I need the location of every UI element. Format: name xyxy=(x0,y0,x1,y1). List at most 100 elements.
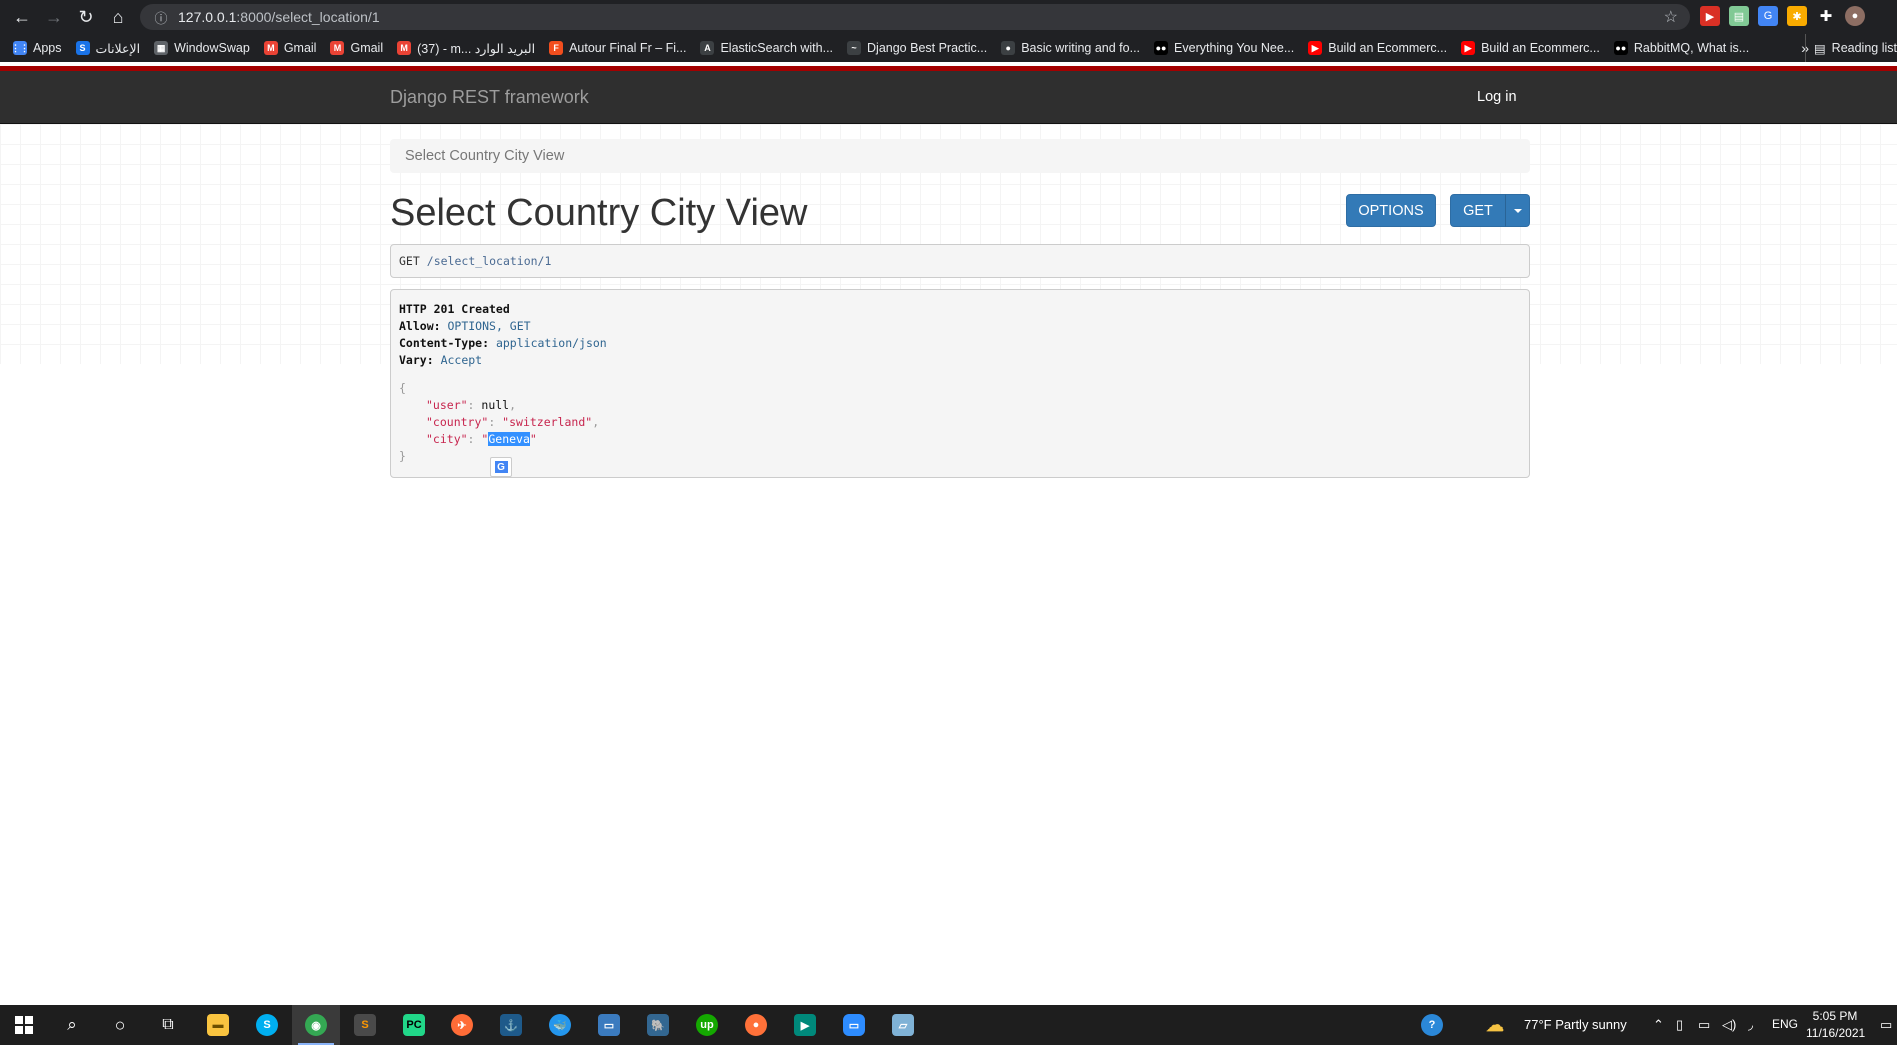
bookmark-label: Basic writing and fo... xyxy=(1021,41,1141,55)
notifications-icon[interactable]: ▭ xyxy=(1880,1017,1892,1033)
task-view-icon[interactable]: ⧉ xyxy=(144,1005,192,1045)
bookmark-label: Apps xyxy=(33,41,62,55)
bookmark-favicon-icon: ●● xyxy=(1613,41,1628,55)
bookmark-label: RabbitMQ, What is... xyxy=(1633,41,1750,55)
weather-text[interactable]: 77°F Partly sunny xyxy=(1524,1017,1627,1032)
bookmark-favicon-icon: M xyxy=(263,41,278,55)
home-icon[interactable]: ⌂ xyxy=(102,1,134,33)
bookmark-favicon-icon: ▶ xyxy=(1461,41,1476,55)
bookmark-item[interactable]: ● Basic writing and fo... xyxy=(994,34,1147,62)
reading-list-button[interactable]: ▤ Reading list xyxy=(1804,34,1897,62)
upwork-icon[interactable]: up xyxy=(683,1005,731,1045)
zoom-icon[interactable]: ▭ xyxy=(830,1005,878,1045)
reload-icon[interactable]: ↻ xyxy=(70,1,102,33)
bookmark-label: ElasticSearch with... xyxy=(720,41,834,55)
sublime-text-icon[interactable]: S xyxy=(341,1005,389,1045)
page-title: Select Country City View xyxy=(390,192,808,234)
windows-taskbar: ⌕ ○ ⧉ ▬ S ◉ S PC ✈ ⚓ 🐳 ▭ 🐘 up ● ▶ ▭ ▱ ? … xyxy=(0,1005,1897,1045)
bookmark-favicon-icon: ▶ xyxy=(1308,41,1323,55)
bookmark-label: Gmail xyxy=(350,41,384,55)
bookmark-item[interactable]: ⋮⋮ Apps xyxy=(6,34,69,62)
extensions-area: ▶ ▤ G ✱ ✚ ● xyxy=(1700,6,1865,26)
address-bar[interactable]: ⓘ 127.0.0.1:8000/select_location/1 ☆ xyxy=(140,4,1690,30)
bookmark-label: Gmail xyxy=(283,41,317,55)
bookmark-item[interactable]: ~ Django Best Practic... xyxy=(840,34,994,62)
navbar-brand[interactable]: Django REST framework xyxy=(390,87,589,108)
chrome-icon[interactable]: ◉ xyxy=(292,1005,340,1045)
site-info-icon[interactable]: ⓘ xyxy=(150,8,172,27)
extension-translate-icon[interactable]: G xyxy=(1758,6,1778,26)
get-button[interactable]: GET xyxy=(1450,194,1506,227)
bookmark-label: Autour Final Fr – Fi... xyxy=(569,41,687,55)
extensions-puzzle-icon[interactable]: ✚ xyxy=(1816,6,1836,26)
bookmark-star-icon[interactable]: ☆ xyxy=(1664,7,1678,27)
forward-arrow-icon[interactable]: → xyxy=(38,1,70,33)
search-icon[interactable]: ⌕ xyxy=(48,1005,96,1045)
cortana-icon[interactable]: ○ xyxy=(96,1005,144,1045)
bookmark-item[interactable]: ●● Everything You Nee... xyxy=(1147,34,1301,62)
bookmark-item[interactable]: M Gmail xyxy=(323,34,390,62)
response-header-content-type: Content-Type: application/json xyxy=(399,336,607,350)
bookmark-favicon-icon: M xyxy=(397,41,412,55)
bookmark-favicon-icon: ~ xyxy=(847,41,862,55)
bookmark-favicon-icon: ⋮⋮ xyxy=(11,41,29,55)
url-text[interactable]: 127.0.0.1:8000/select_location/1 xyxy=(178,9,380,25)
json-country-line: "country": "switzerland", xyxy=(426,415,600,429)
windows-start-icon[interactable] xyxy=(0,1005,48,1045)
pycharm-icon[interactable]: PC xyxy=(390,1005,438,1045)
bookmark-item[interactable]: ▦ WindowSwap xyxy=(147,34,257,62)
back-arrow-icon[interactable]: ← xyxy=(6,1,38,33)
docker-icon[interactable]: 🐳 xyxy=(536,1005,584,1045)
pgadmin-icon[interactable]: 🐘 xyxy=(634,1005,682,1045)
help-icon[interactable]: ? xyxy=(1408,1005,1456,1045)
request-method: GET xyxy=(399,254,420,268)
breadcrumb-item: Select Country City View xyxy=(405,148,565,164)
options-button[interactable]: OPTIONS xyxy=(1346,194,1436,227)
extension-green-icon[interactable]: ▤ xyxy=(1729,6,1749,26)
response-header-allow: Allow: OPTIONS, GET xyxy=(399,319,531,333)
bookmark-item[interactable]: A ElasticSearch with... xyxy=(693,34,840,62)
bookmark-item[interactable]: ▶ Build an Ecommerc... xyxy=(1301,34,1454,62)
skype-icon[interactable]: S xyxy=(243,1005,291,1045)
firefox-icon[interactable]: ● xyxy=(732,1005,780,1045)
bookmark-label: Build an Ecommerc... xyxy=(1481,41,1600,55)
bookmark-item[interactable]: ●● RabbitMQ, What is... xyxy=(1607,34,1756,62)
profile-avatar-icon[interactable]: ● xyxy=(1845,6,1865,26)
network-icon[interactable]: ◞ xyxy=(1748,1017,1753,1033)
language-indicator[interactable]: ENG xyxy=(1772,1017,1798,1031)
browser-toolbar: ← → ↻ ⌂ ⓘ 127.0.0.1:8000/select_location… xyxy=(0,0,1897,34)
request-path: /select_location/1 xyxy=(426,254,552,268)
login-link[interactable]: Log in xyxy=(1477,89,1517,105)
breadcrumb: Select Country City View xyxy=(390,139,1530,173)
json-close-brace: } xyxy=(399,449,406,463)
google-translate-popup-icon[interactable]: G xyxy=(490,457,512,477)
bookmark-favicon-icon: F xyxy=(549,41,564,55)
get-format-dropdown[interactable] xyxy=(1505,194,1530,227)
bookmark-label: Django Best Practic... xyxy=(867,41,988,55)
bookmark-favicon-icon: ▦ xyxy=(154,41,169,55)
bookmark-item[interactable]: F Autour Final Fr – Fi... xyxy=(542,34,693,62)
battery-icon[interactable]: ▭ xyxy=(1698,1017,1710,1033)
bookmark-item[interactable]: M Gmail xyxy=(257,34,324,62)
response-status: HTTP 201 Created xyxy=(399,302,510,316)
selected-text[interactable]: Geneva xyxy=(488,432,530,446)
bookmark-favicon-icon: A xyxy=(700,41,715,55)
extension-bee-icon[interactable]: ✱ xyxy=(1787,6,1807,26)
response-info: HTTP 201 Created Allow: OPTIONS, GET Con… xyxy=(390,289,1530,478)
bookmark-item[interactable]: S الإعلانات xyxy=(69,34,148,62)
volume-icon[interactable]: ◁) xyxy=(1722,1017,1736,1033)
extension-red-icon[interactable]: ▶ xyxy=(1700,6,1720,26)
system-clock[interactable]: 5:05 PM 11/16/2021 xyxy=(1806,1008,1865,1042)
google-meet-icon[interactable]: ▶ xyxy=(781,1005,829,1045)
meet-now-icon[interactable]: ▯ xyxy=(1676,1017,1683,1033)
file-explorer-icon[interactable]: ▬ xyxy=(194,1005,242,1045)
remote-desktop-icon[interactable]: ▭ xyxy=(585,1005,633,1045)
mysql-workbench-icon[interactable]: ⚓ xyxy=(487,1005,535,1045)
bookmark-item[interactable]: ▶ Build an Ecommerc... xyxy=(1454,34,1607,62)
notepad-icon[interactable]: ▱ xyxy=(879,1005,927,1045)
postman-icon[interactable]: ✈ xyxy=(438,1005,486,1045)
drf-navbar: Django REST framework Log in xyxy=(0,71,1897,124)
bookmark-item[interactable]: M (37) - m... البريد الوارد xyxy=(390,34,542,62)
tray-chevron-up-icon[interactable]: ⌃ xyxy=(1653,1017,1664,1033)
weather-icon[interactable]: ☁ xyxy=(1480,1005,1510,1045)
